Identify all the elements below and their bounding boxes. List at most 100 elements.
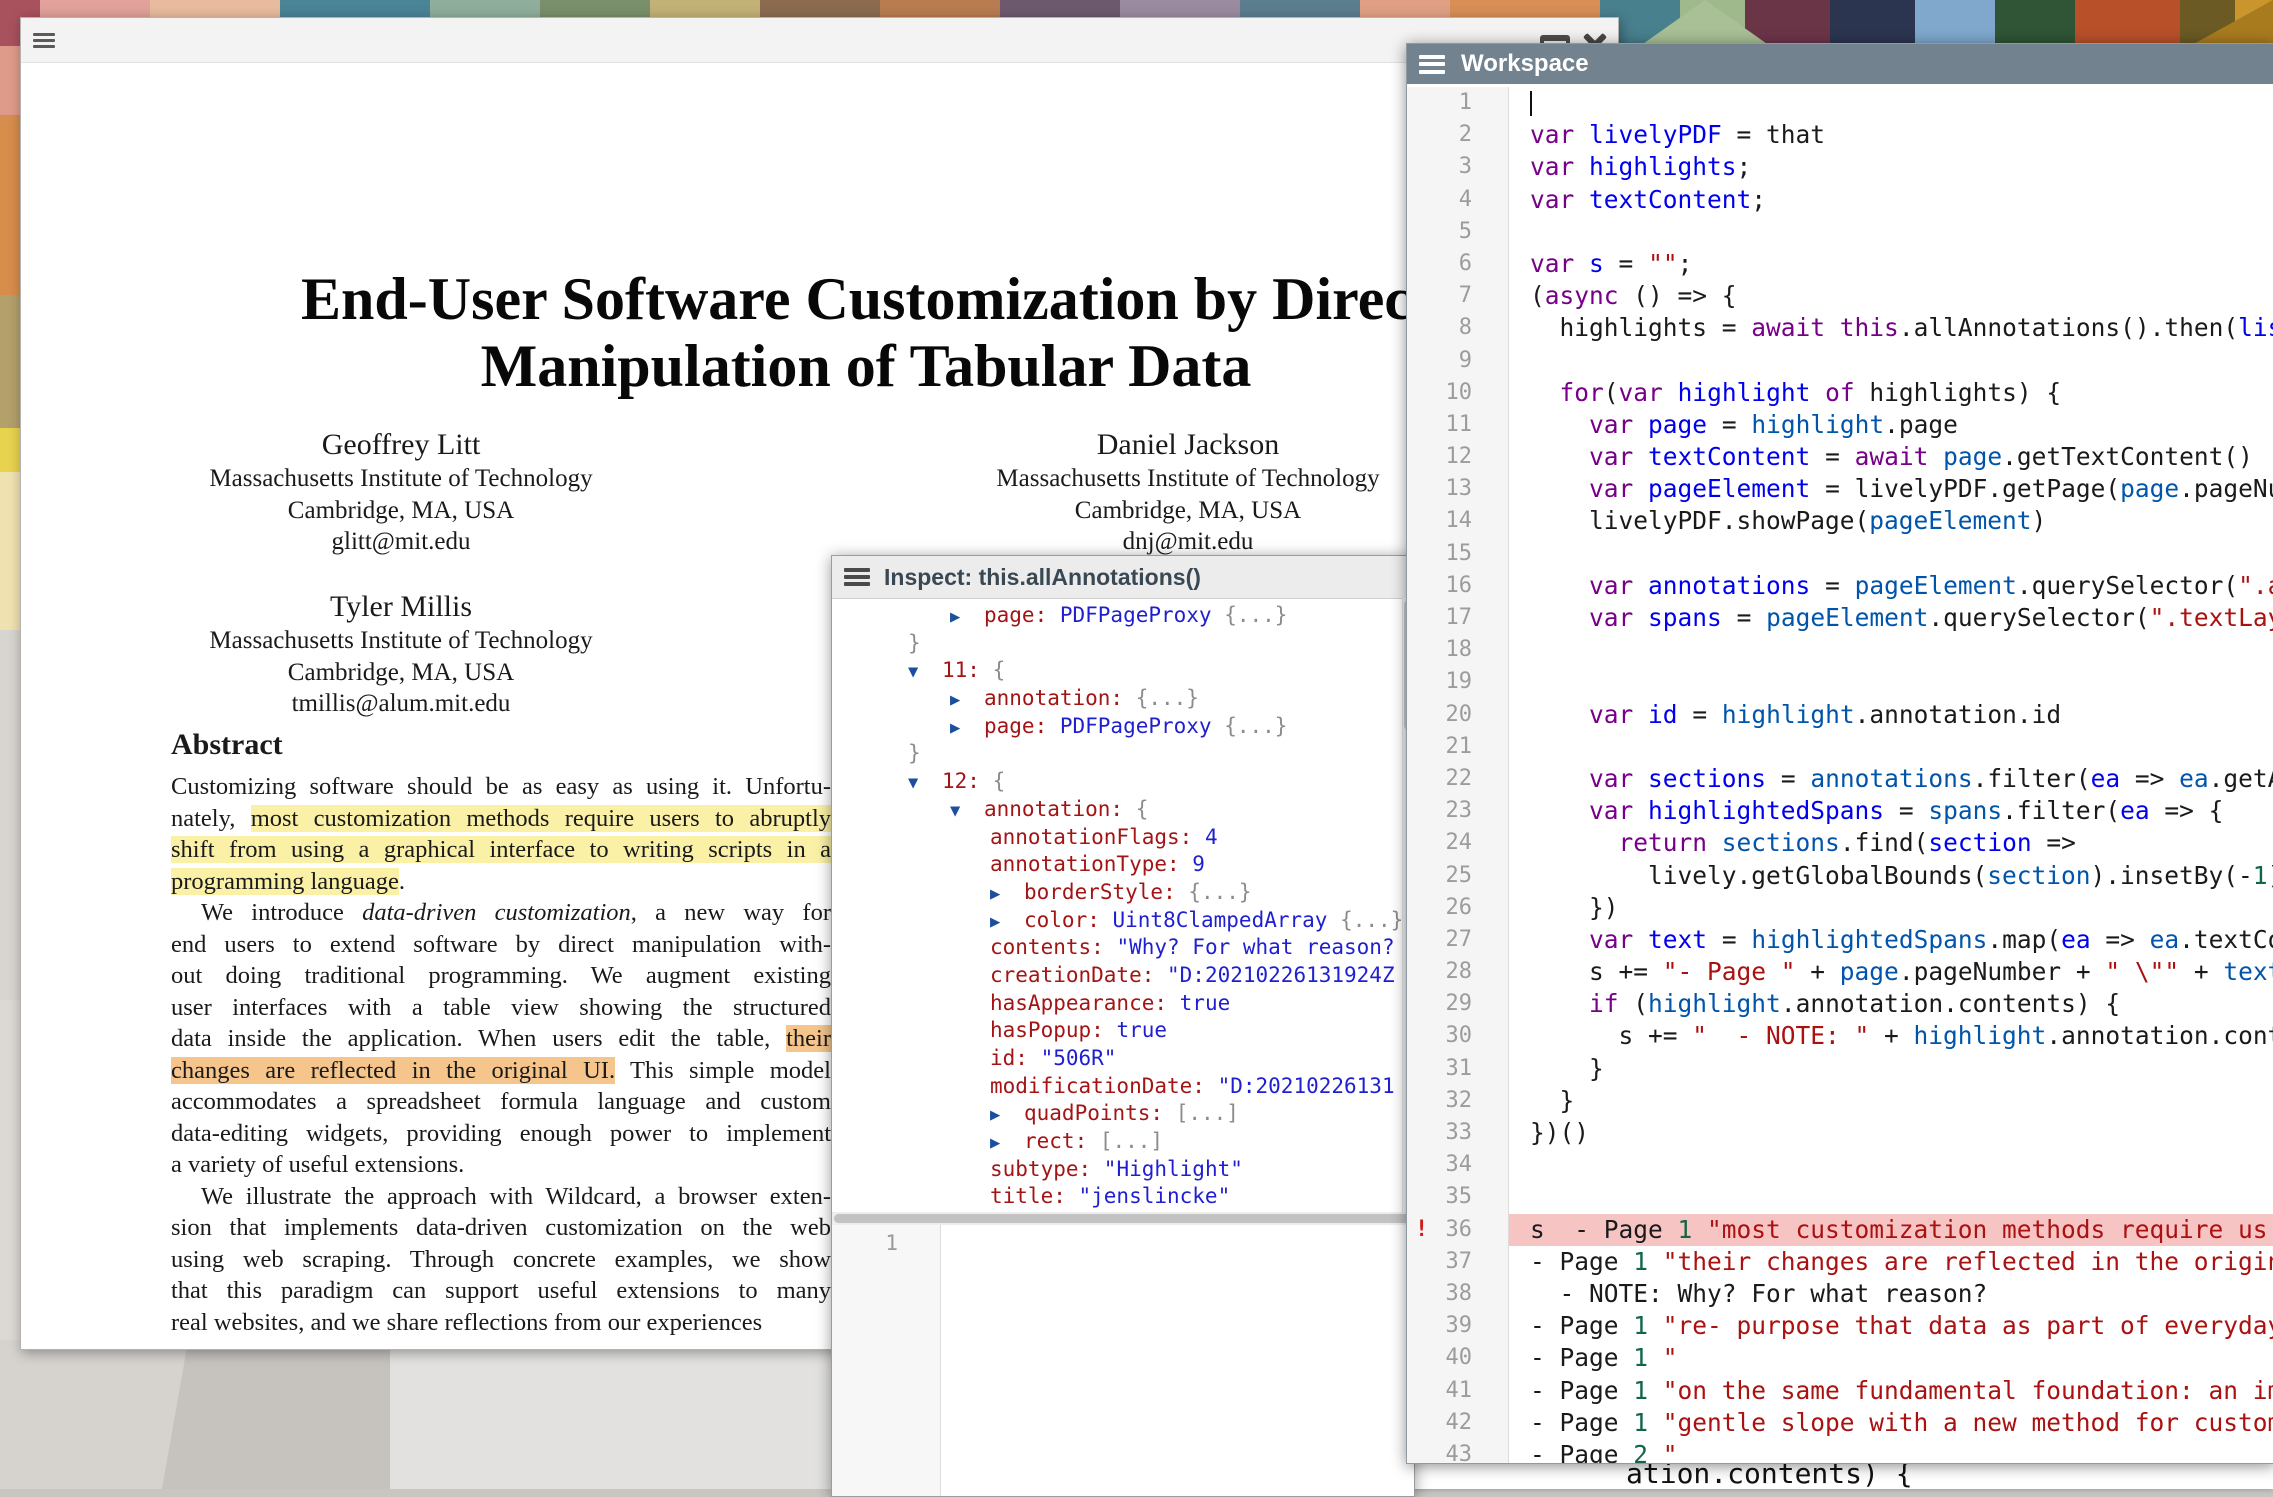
code-line[interactable]: 10 for(var highlight of highlights) { bbox=[1407, 377, 2273, 409]
abstract-line: sion that implements data-driven customi… bbox=[171, 1212, 831, 1244]
text-segment: PDFPageProxy bbox=[1047, 714, 1211, 738]
tree-row[interactable]: id: "506R" bbox=[832, 1045, 1403, 1073]
expand-triangle-icon[interactable]: ▶ bbox=[950, 687, 984, 715]
collapse-triangle-icon[interactable]: ▼ bbox=[950, 798, 984, 826]
code-line[interactable]: 30 s += " - NOTE: " + highlight.annotati… bbox=[1407, 1020, 2273, 1052]
tree-row[interactable]: } bbox=[832, 630, 1403, 658]
code-line[interactable]: 26 }) bbox=[1407, 892, 2273, 924]
text-segment: {...} bbox=[1176, 880, 1252, 904]
code-editor[interactable]: 12var livelyPDF = that3var highlights;4v… bbox=[1407, 84, 2273, 1463]
tree-row[interactable]: ▶borderStyle: {...} bbox=[832, 879, 1403, 907]
text-segment: hasAppearance: bbox=[990, 991, 1167, 1015]
code-line[interactable]: 1 bbox=[1407, 87, 2273, 119]
tree-row[interactable]: ▼11: { bbox=[832, 657, 1403, 685]
code-line[interactable]: 15 bbox=[1407, 538, 2273, 570]
collapse-triangle-icon[interactable]: ▼ bbox=[908, 659, 942, 687]
text-segment: {...} bbox=[1327, 908, 1403, 932]
code-line[interactable]: 16 var annotations = pageElement.querySe… bbox=[1407, 570, 2273, 602]
line-number: 16 bbox=[1407, 570, 1509, 602]
code-line[interactable]: 29 if (highlight.annotation.contents) { bbox=[1407, 988, 2273, 1020]
tree-row[interactable]: ▶rect: [...] bbox=[832, 1128, 1403, 1156]
code-line[interactable]: 5 bbox=[1407, 216, 2273, 248]
workspace-window-titlebar[interactable]: Workspace bbox=[1407, 44, 2273, 84]
tree-row[interactable]: annotationType: 9 bbox=[832, 851, 1403, 879]
expand-triangle-icon[interactable]: ▶ bbox=[950, 715, 984, 743]
tree-row[interactable]: modificationDate: "D:20210226131 bbox=[832, 1073, 1403, 1101]
text-segment bbox=[1648, 1311, 1663, 1340]
code-line[interactable]: 31 } bbox=[1407, 1053, 2273, 1085]
abstract-line: accommodates a spreadsheet formula langu… bbox=[171, 1086, 831, 1118]
expand-triangle-icon[interactable]: ▶ bbox=[990, 1102, 1024, 1130]
code-line[interactable]: !36s - Page 1 "most customization method… bbox=[1407, 1214, 2273, 1246]
tree-row[interactable]: } bbox=[832, 740, 1403, 768]
expand-triangle-icon[interactable]: ▶ bbox=[990, 1130, 1024, 1158]
text-segment: pageElement bbox=[1855, 571, 2017, 600]
code-line[interactable]: 3var highlights; bbox=[1407, 151, 2273, 183]
code-line[interactable]: 27 var text = highlightedSpans.map(ea =>… bbox=[1407, 924, 2273, 956]
code-line[interactable]: 41- Page 1 "on the same fundamental foun… bbox=[1407, 1375, 2273, 1407]
collapse-triangle-icon[interactable]: ▼ bbox=[908, 770, 942, 798]
inspector-eval-pane[interactable]: 1 bbox=[832, 1225, 1414, 1496]
code-line[interactable]: 18 bbox=[1407, 634, 2273, 666]
tree-row[interactable]: creationDate: "D:20210226131924Z bbox=[832, 962, 1403, 990]
text-segment bbox=[1648, 1408, 1663, 1437]
tree-row[interactable]: ▶quadPoints: [...] bbox=[832, 1100, 1403, 1128]
code-line[interactable]: 40- Page 1 " bbox=[1407, 1342, 2273, 1374]
code-line[interactable]: 20 var id = highlight.annotation.id bbox=[1407, 699, 2273, 731]
code-line[interactable]: 17 var spans = pageElement.querySelector… bbox=[1407, 602, 2273, 634]
code-line[interactable]: 8 highlights = await this.allAnnotations… bbox=[1407, 312, 2273, 344]
code-line[interactable]: 11 var page = highlight.page bbox=[1407, 409, 2273, 441]
code-line[interactable]: 22 var sections = annotations.filter(ea … bbox=[1407, 763, 2273, 795]
hamburger-icon[interactable] bbox=[33, 30, 55, 51]
tree-row[interactable]: hasPopup: true bbox=[832, 1017, 1403, 1045]
code-line[interactable]: 24 return sections.find(section => bbox=[1407, 827, 2273, 859]
code-line[interactable]: 38 - NOTE: Why? For what reason? bbox=[1407, 1278, 2273, 1310]
code-line[interactable]: 4var textContent; bbox=[1407, 184, 2273, 216]
eval-input[interactable] bbox=[941, 1225, 1414, 1496]
code-line[interactable]: 25 lively.getGlobalBounds(section).inset… bbox=[1407, 860, 2273, 892]
code-line[interactable]: 21 bbox=[1407, 731, 2273, 763]
tree-row[interactable]: ▼12: { bbox=[832, 768, 1403, 796]
code-line[interactable]: 6var s = ""; bbox=[1407, 248, 2273, 280]
tree-row[interactable]: ▶page: PDFPageProxy {...} bbox=[832, 713, 1403, 741]
code-line[interactable]: 37- Page 1 "their changes are reflected … bbox=[1407, 1246, 2273, 1278]
code-line[interactable]: 43- Page 2 " bbox=[1407, 1439, 2273, 1463]
expand-triangle-icon[interactable]: ▶ bbox=[990, 881, 1024, 909]
expand-triangle-icon[interactable]: ▶ bbox=[990, 909, 1024, 937]
code-line[interactable]: 12 var textContent = await page.getTextC… bbox=[1407, 441, 2273, 473]
inspector-window-titlebar[interactable]: Inspect: this.allAnnotations() bbox=[832, 556, 1414, 599]
code-line[interactable]: 2var livelyPDF = that bbox=[1407, 119, 2273, 151]
code-line[interactable]: 34 bbox=[1407, 1149, 2273, 1181]
tree-row[interactable]: title: "jenslincke" bbox=[832, 1183, 1403, 1211]
horizontal-scrollbar[interactable] bbox=[832, 1212, 1414, 1225]
tree-row[interactable]: annotationFlags: 4 bbox=[832, 824, 1403, 852]
line-number: 40 bbox=[1407, 1342, 1509, 1374]
text-segment: var bbox=[1589, 474, 1633, 503]
tree-row[interactable]: subtype: "Highlight" bbox=[832, 1156, 1403, 1184]
code-line[interactable]: 35 bbox=[1407, 1181, 2273, 1213]
code-line[interactable]: 9 bbox=[1407, 345, 2273, 377]
hamburger-icon[interactable] bbox=[1419, 51, 1445, 77]
code-line[interactable]: 32 } bbox=[1407, 1085, 2273, 1117]
code-line[interactable]: 42- Page 1 "gentle slope with a new meth… bbox=[1407, 1407, 2273, 1439]
tree-row[interactable]: hasAppearance: true bbox=[832, 990, 1403, 1018]
line-number: 22 bbox=[1407, 763, 1509, 795]
code-line[interactable]: 14 livelyPDF.showPage(pageElement) bbox=[1407, 505, 2273, 537]
code-line[interactable]: 19 bbox=[1407, 666, 2273, 698]
tree-row[interactable]: ▶annotation: {...} bbox=[832, 685, 1403, 713]
code-line[interactable]: 23 var highlightedSpans = spans.filter(e… bbox=[1407, 795, 2273, 827]
tree-row[interactable]: ▼annotation: { bbox=[832, 796, 1403, 824]
hamburger-icon[interactable] bbox=[844, 565, 870, 590]
paper-window-titlebar[interactable] bbox=[21, 18, 1618, 63]
object-tree: ▶page: PDFPageProxy {...}}▼11: {▶annotat… bbox=[832, 598, 1403, 1216]
code-line[interactable]: 33})() bbox=[1407, 1117, 2273, 1149]
scrollbar-thumb[interactable] bbox=[834, 1214, 1410, 1223]
code-line[interactable]: 39- Page 1 "re- purpose that data as par… bbox=[1407, 1310, 2273, 1342]
tree-row[interactable]: ▶color: Uint8ClampedArray {...} bbox=[832, 907, 1403, 935]
tree-row[interactable]: contents: "Why? For what reason? bbox=[832, 934, 1403, 962]
code-line[interactable]: 7(async () => { bbox=[1407, 280, 2273, 312]
tree-row[interactable]: ▶page: PDFPageProxy {...} bbox=[832, 602, 1403, 630]
code-line[interactable]: 28 s += "- Page " + page.pageNumber + " … bbox=[1407, 956, 2273, 988]
code-line[interactable]: 13 var pageElement = livelyPDF.getPage(p… bbox=[1407, 473, 2273, 505]
expand-triangle-icon[interactable]: ▶ bbox=[950, 604, 984, 632]
